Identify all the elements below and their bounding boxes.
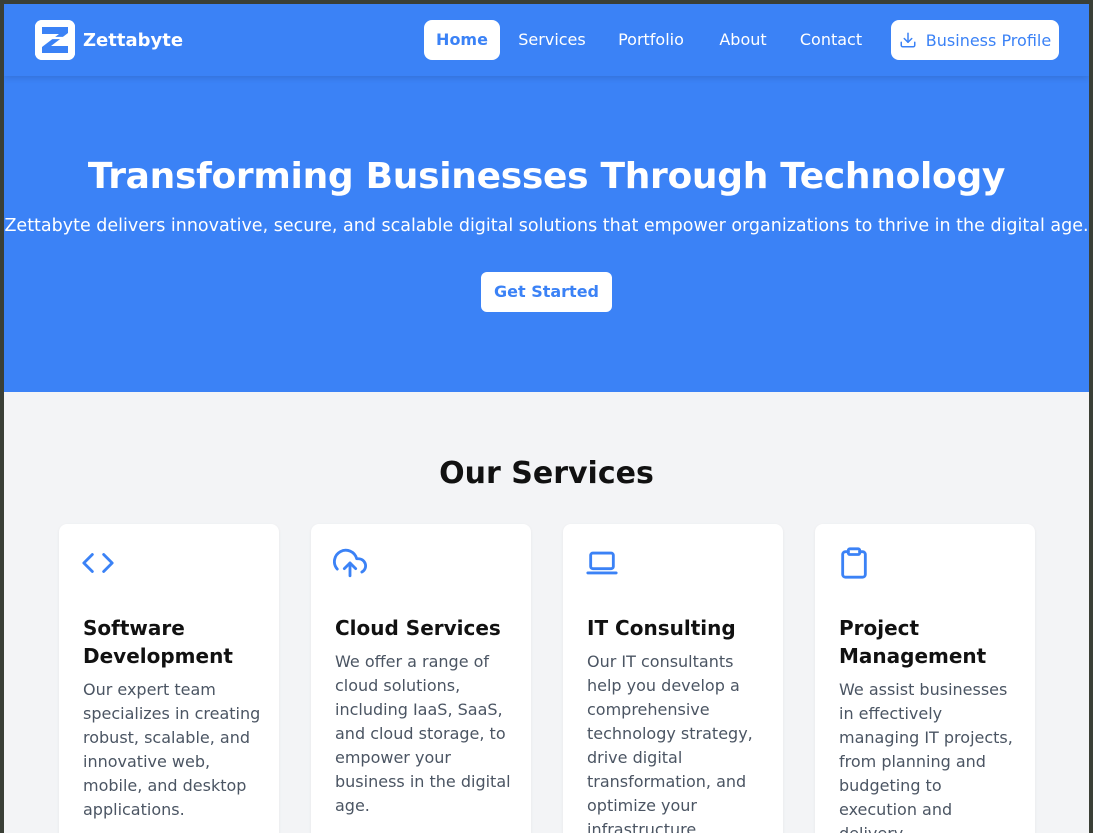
nav-portfolio[interactable]: Portfolio bbox=[609, 20, 693, 60]
hero-section: Transforming Businesses Through Technolo… bbox=[4, 76, 1089, 392]
service-title: IT Consulting bbox=[587, 616, 736, 640]
top-navbar: Zettabyte Home Services Portfolio About … bbox=[4, 4, 1089, 76]
business-profile-button[interactable]: Business Profile bbox=[891, 20, 1059, 60]
code-icon bbox=[81, 546, 115, 580]
service-card-project-management[interactable]: Project Management We assist businesses … bbox=[815, 524, 1035, 833]
service-title: Project Management bbox=[839, 616, 987, 668]
service-card-cloud-services[interactable]: Cloud Services We offer a range of cloud… bbox=[311, 524, 531, 833]
service-card-it-consulting[interactable]: IT Consulting Our IT consultants help yo… bbox=[563, 524, 783, 833]
nav-about[interactable]: About bbox=[712, 20, 774, 60]
service-title: Software Development bbox=[83, 616, 233, 668]
hero-subtitle: Zettabyte delivers innovative, secure, a… bbox=[4, 216, 1089, 236]
get-started-button[interactable]: Get Started bbox=[481, 272, 612, 312]
clipboard-icon bbox=[837, 546, 871, 580]
cloud-upload-icon bbox=[333, 546, 367, 580]
service-description: We assist businesses in effectively mana… bbox=[839, 680, 1013, 833]
z-logo-icon bbox=[35, 20, 75, 60]
services-heading: Our Services bbox=[439, 456, 654, 491]
hero-title: Transforming Businesses Through Technolo… bbox=[87, 156, 1006, 197]
brand-name: Zettabyte bbox=[83, 29, 184, 51]
service-description: Our expert team specializes in creating … bbox=[83, 680, 261, 819]
service-description: We offer a range of cloud solutions, inc… bbox=[335, 652, 511, 815]
service-card-software-development[interactable]: Software Development Our expert team spe… bbox=[59, 524, 279, 833]
service-description: Our IT consultants help you develop a co… bbox=[587, 652, 753, 833]
download-icon bbox=[899, 31, 917, 49]
business-profile-label: Business Profile bbox=[925, 30, 1052, 50]
nav-home[interactable]: Home bbox=[424, 20, 500, 60]
nav-contact[interactable]: Contact bbox=[794, 20, 868, 60]
page-frame: Zettabyte Home Services Portfolio About … bbox=[4, 4, 1089, 833]
nav-services[interactable]: Services bbox=[512, 20, 592, 60]
laptop-icon bbox=[585, 546, 619, 580]
service-title: Cloud Services bbox=[335, 616, 501, 640]
brand-logo[interactable]: Zettabyte bbox=[35, 20, 183, 60]
